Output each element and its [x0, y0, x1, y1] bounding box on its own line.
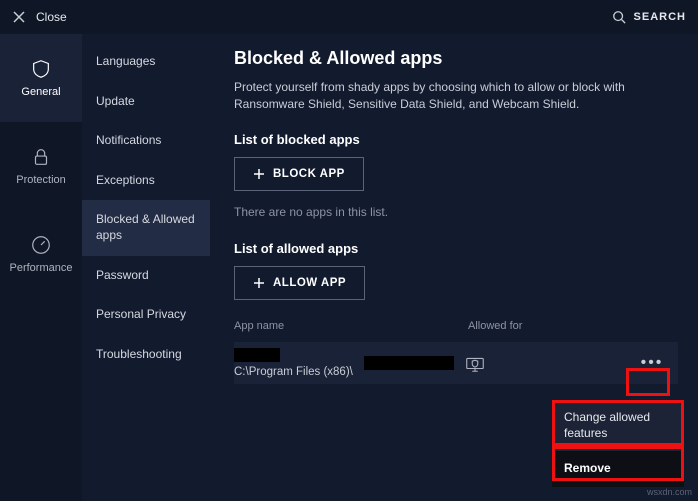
redacted-block	[234, 348, 280, 362]
top-bar: Close SEARCH	[0, 0, 698, 34]
lock-icon	[30, 146, 52, 168]
btn-label: BLOCK APP	[273, 168, 345, 180]
blocked-section-head: List of blocked apps	[234, 132, 678, 147]
search-label: SEARCH	[634, 11, 686, 23]
sub-item-exceptions[interactable]: Exceptions	[82, 161, 210, 201]
page-description: Protect yourself from shady apps by choo…	[234, 79, 644, 114]
sidebar-tab-performance[interactable]: Performance	[0, 210, 82, 298]
sub-item-languages[interactable]: Languages	[82, 42, 210, 82]
more-actions-button[interactable]: •••	[634, 350, 670, 376]
table-header: App name Allowed for	[234, 314, 678, 342]
shield-icon	[30, 58, 52, 80]
search-button[interactable]: SEARCH	[612, 10, 686, 24]
col-app-name: App name	[234, 320, 468, 332]
redacted-block	[364, 356, 454, 370]
sub-item-troubleshooting[interactable]: Troubleshooting	[82, 335, 210, 375]
sidebar-label: General	[21, 86, 60, 98]
sidebar-sub: Languages Update Notifications Exception…	[82, 34, 210, 501]
sidebar-tab-protection[interactable]: Protection	[0, 122, 82, 210]
sidebar-tab-general[interactable]: General	[0, 34, 82, 122]
sidebar-main: General Protection Performance	[0, 34, 82, 501]
sub-item-password[interactable]: Password	[82, 256, 210, 296]
sub-item-personal-privacy[interactable]: Personal Privacy	[82, 295, 210, 335]
sub-item-notifications[interactable]: Notifications	[82, 121, 210, 161]
app-path: C:\Program Files (x86)\	[234, 366, 353, 378]
allowed-section-head: List of allowed apps	[234, 241, 678, 256]
allow-app-button[interactable]: ALLOW APP	[234, 266, 365, 300]
sidebar-label: Protection	[16, 174, 66, 186]
plus-icon	[253, 168, 265, 180]
close-icon[interactable]	[12, 10, 26, 24]
allowed-for-cell	[464, 352, 634, 374]
shield-monitor-icon	[464, 352, 486, 374]
menu-item-change-allowed[interactable]: Change allowed features	[552, 400, 684, 451]
sidebar-label: Performance	[10, 262, 73, 274]
plus-icon	[253, 277, 265, 289]
sub-item-update[interactable]: Update	[82, 82, 210, 122]
search-icon	[612, 10, 626, 24]
menu-item-remove[interactable]: Remove	[552, 451, 684, 487]
col-allowed-for: Allowed for	[468, 320, 638, 332]
gauge-icon	[30, 234, 52, 256]
close-label[interactable]: Close	[36, 10, 67, 24]
block-app-button[interactable]: BLOCK APP	[234, 157, 364, 191]
dots-icon: •••	[641, 355, 664, 371]
app-path-cell: C:\Program Files (x86)\	[234, 342, 464, 384]
context-menu: Change allowed features Remove	[552, 400, 684, 487]
empty-blocked-text: There are no apps in this list.	[234, 205, 678, 219]
sub-item-blocked-allowed[interactable]: Blocked & Allowed apps	[82, 200, 210, 255]
btn-label: ALLOW APP	[273, 277, 346, 289]
table-row: C:\Program Files (x86)\ •••	[234, 342, 678, 384]
top-left: Close	[12, 10, 67, 24]
page-title: Blocked & Allowed apps	[234, 48, 678, 69]
watermark: wsxdn.com	[647, 487, 692, 497]
